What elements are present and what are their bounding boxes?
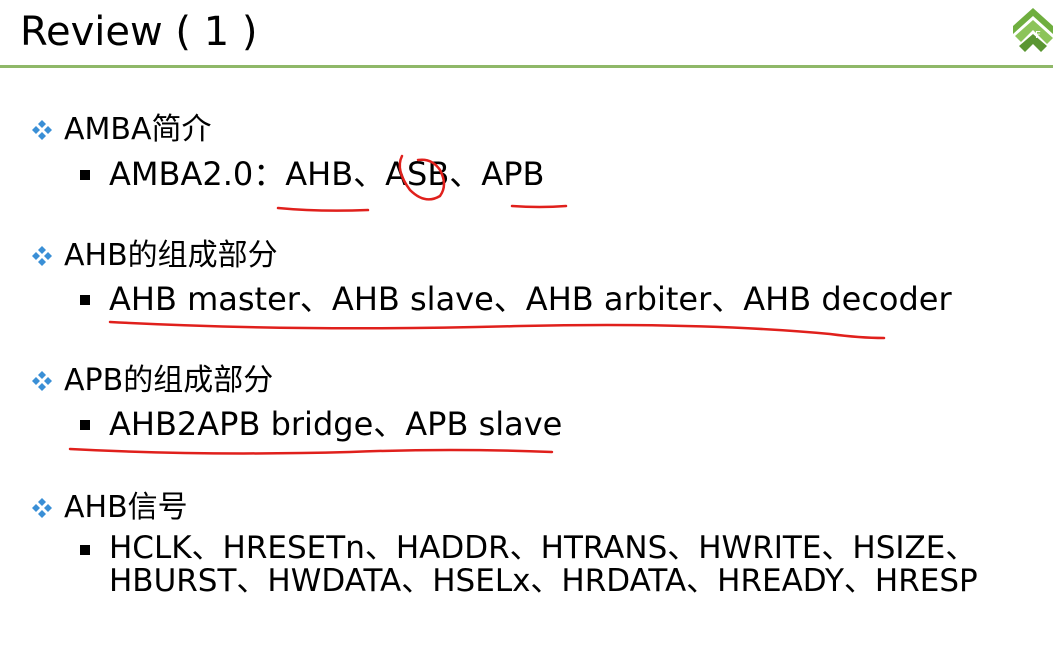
section-heading-text: APB的组成部分 — [64, 363, 274, 398]
square-bullet-icon — [80, 545, 90, 555]
slide-title: Review ( 1 ) — [20, 9, 258, 55]
four-diamond-bullet-icon — [32, 371, 52, 391]
square-bullet-icon — [80, 295, 90, 305]
section-heading-amba-intro: AMBA简介 — [30, 112, 212, 148]
list-item-text: HCLK、HRESETn、HADDR、HTRANS、HWRITE、HSIZE、H… — [109, 530, 978, 599]
section-heading-apb-components: APB的组成部分 — [30, 363, 273, 399]
list-item-text: AHB master、AHB slave、AHB arbiter、AHB dec… — [109, 280, 952, 318]
square-bullet-icon — [80, 170, 90, 180]
four-diamond-bullet-icon — [32, 120, 52, 140]
four-diamond-bullet-icon — [32, 246, 52, 266]
section-heading-ahb-components: AHB的组成部分 — [30, 238, 278, 274]
title-divider — [0, 65, 1053, 68]
logo-icon: F — [1013, 8, 1053, 52]
section-heading-text: AMBA简介 — [64, 112, 212, 147]
list-item-text: AHB2APB bridge、APB slave — [109, 405, 563, 443]
section-heading-ahb-signals: AHB信号 — [30, 490, 188, 526]
svg-text:F: F — [1035, 30, 1041, 41]
underline-apb-components — [68, 447, 554, 455]
four-diamond-bullet-icon — [32, 498, 52, 518]
square-bullet-icon — [80, 420, 90, 430]
underline-ahb-components — [108, 320, 886, 340]
underline-ahb — [276, 206, 370, 212]
section-heading-text: AHB的组成部分 — [64, 238, 278, 273]
section-heading-text: AHB信号 — [64, 490, 188, 525]
underline-apb — [510, 204, 568, 209]
list-item-text: AMBA2.0：AHB、ASB、APB — [109, 155, 545, 193]
